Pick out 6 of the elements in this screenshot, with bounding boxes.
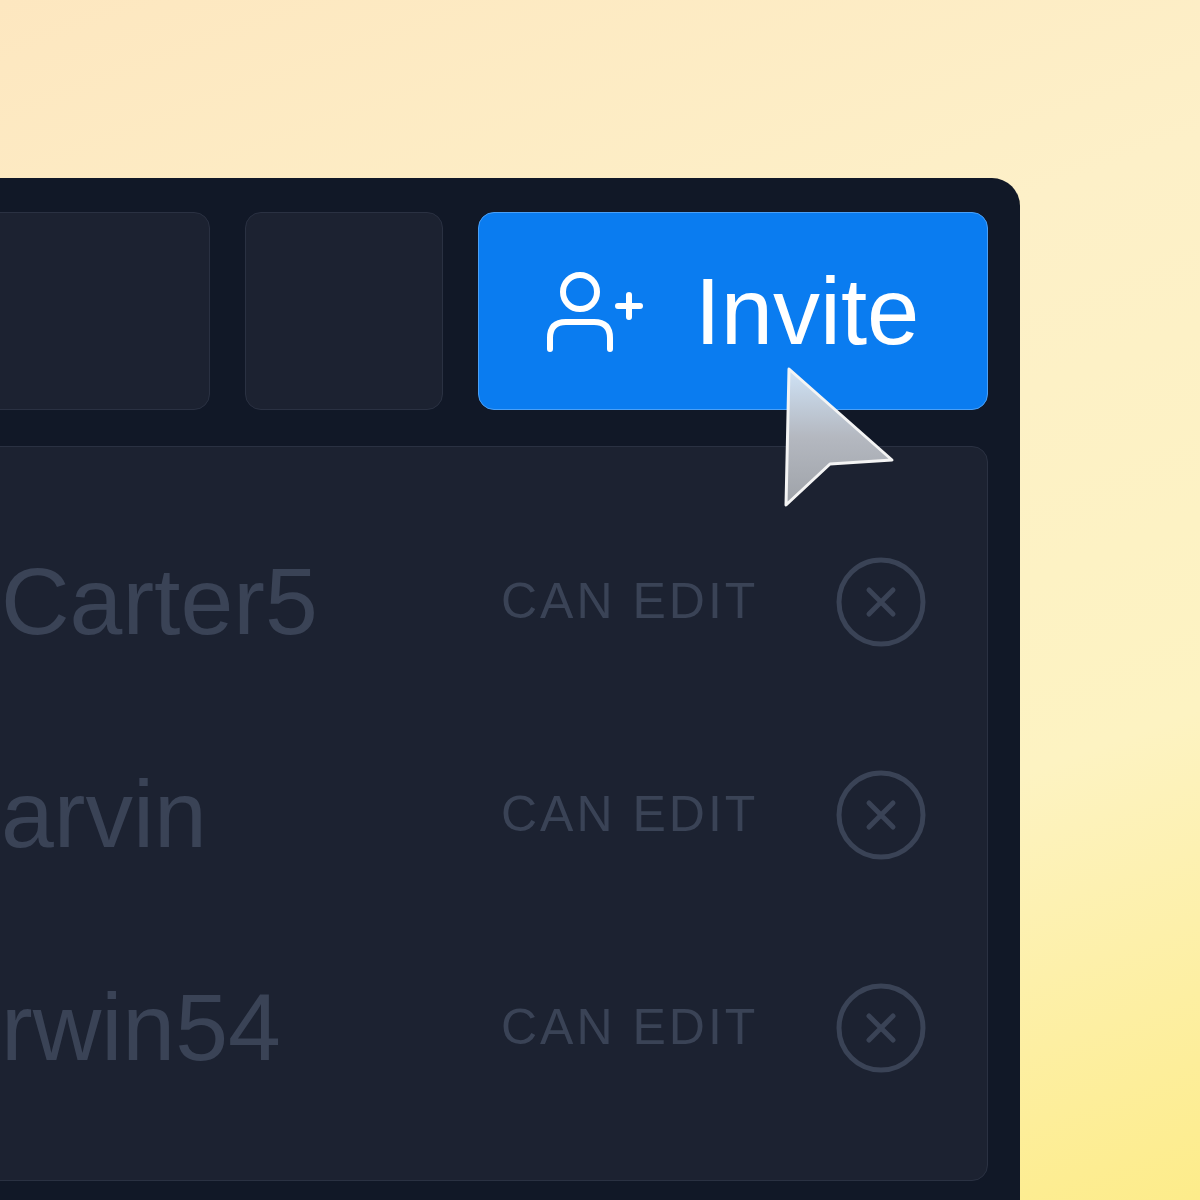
remove-button[interactable] xyxy=(836,556,927,647)
invite-button[interactable]: Invite xyxy=(478,212,988,410)
toolbar-button[interactable] xyxy=(0,212,210,410)
remove-button[interactable] xyxy=(836,769,927,860)
toolbar-button[interactable] xyxy=(245,212,443,410)
remove-button[interactable] xyxy=(836,982,927,1073)
